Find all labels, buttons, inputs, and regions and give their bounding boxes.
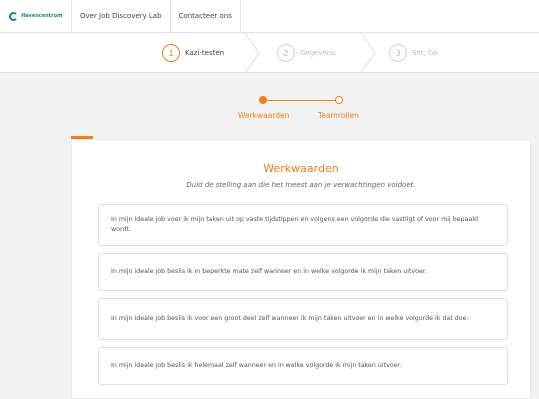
question-card: Werkwaarden Duid de stelling aan die het… <box>71 139 531 399</box>
answer-option-1[interactable]: In mijn ideale job voer ik mijn taken ui… <box>98 204 508 246</box>
progress-label-werkwaarden[interactable]: Werkwaarden <box>238 111 289 120</box>
progress-label-teamrollen[interactable]: Teamrollen <box>318 111 359 120</box>
step-label: Set, Go <box>412 49 438 57</box>
card-subtitle: Duid de stelling aan die het meest aan j… <box>186 181 416 189</box>
progress-dot-active[interactable] <box>259 96 267 104</box>
logo-icon <box>9 11 18 21</box>
progress-line <box>267 100 335 101</box>
answer-option-2[interactable]: In mijn ideale job beslis ik in beperkte… <box>98 253 508 291</box>
step-number: 1 <box>162 44 180 62</box>
step-kazi-testen[interactable]: 1 Kazi-testen <box>162 33 224 73</box>
top-navigation: Havencentrum Over Job Discovery Lab Cont… <box>0 0 539 33</box>
step-label: Gegevens <box>300 49 336 57</box>
nav-link-over[interactable]: Over Job Discovery Lab <box>72 0 171 32</box>
step-set-go[interactable]: 3 Set, Go <box>389 33 438 73</box>
step-gegevens[interactable]: 2 Gegevens <box>277 33 335 73</box>
brand-name: Havencentrum <box>21 13 63 19</box>
step-number: 3 <box>389 44 407 62</box>
brand-logo[interactable]: Havencentrum <box>0 0 72 32</box>
chevron-right-icon <box>360 33 376 73</box>
sub-progress: Werkwaarden Teamrollen <box>0 92 539 132</box>
step-number: 2 <box>277 44 295 62</box>
answer-option-3[interactable]: In mijn ideale job beslis ik voor een gr… <box>98 298 508 340</box>
chevron-right-icon <box>244 33 260 73</box>
steps-bar: 1 Kazi-testen 2 Gegevens 3 Set, Go <box>0 33 539 73</box>
answer-option-4[interactable]: In mijn ideale job beslis ik helemaal ze… <box>98 347 508 385</box>
step-label: Kazi-testen <box>185 49 225 57</box>
progress-dot-inactive[interactable] <box>335 96 343 104</box>
card-title: Werkwaarden <box>263 162 339 175</box>
nav-link-contact[interactable]: Contacteer ons <box>171 0 241 32</box>
